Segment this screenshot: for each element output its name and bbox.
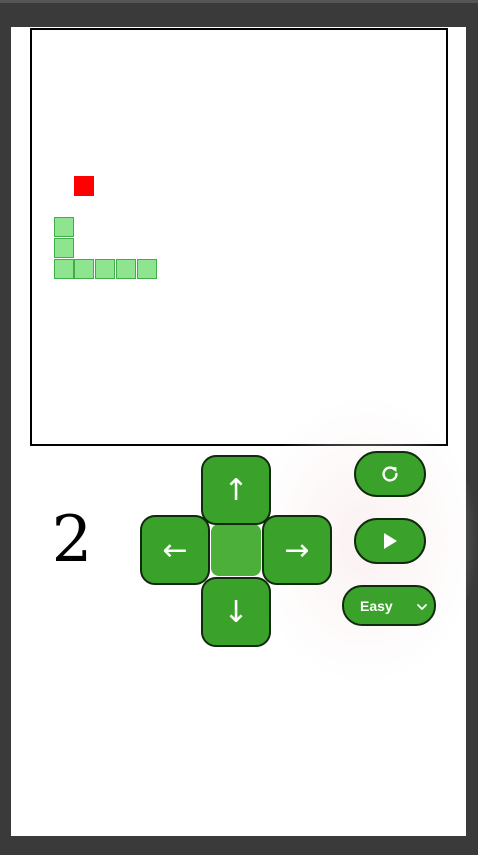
restart-icon [379,463,401,485]
up-button[interactable]: ↑ [201,455,271,525]
dpad-center [211,524,261,576]
score-display: 2 [51,503,93,577]
snake-segment [53,217,74,238]
food-item [74,175,95,196]
window-top-bar [0,0,478,3]
restart-button[interactable] [354,451,426,497]
game-board [30,28,448,446]
snake-segment [53,258,74,279]
difficulty-select[interactable]: Easy [342,585,436,626]
down-button[interactable]: ↓ [201,577,271,647]
snake-segment [136,258,157,279]
snake-segment [74,258,95,279]
play-icon [380,531,400,551]
chevron-down-icon [416,600,428,616]
difficulty-selected-value: Easy [360,598,393,614]
right-button[interactable]: → [262,515,332,585]
left-button[interactable]: ← [140,515,210,585]
snake-segment [53,238,74,258]
snake-segment [95,258,116,279]
snake-segment [115,258,136,279]
play-button[interactable] [354,518,426,564]
